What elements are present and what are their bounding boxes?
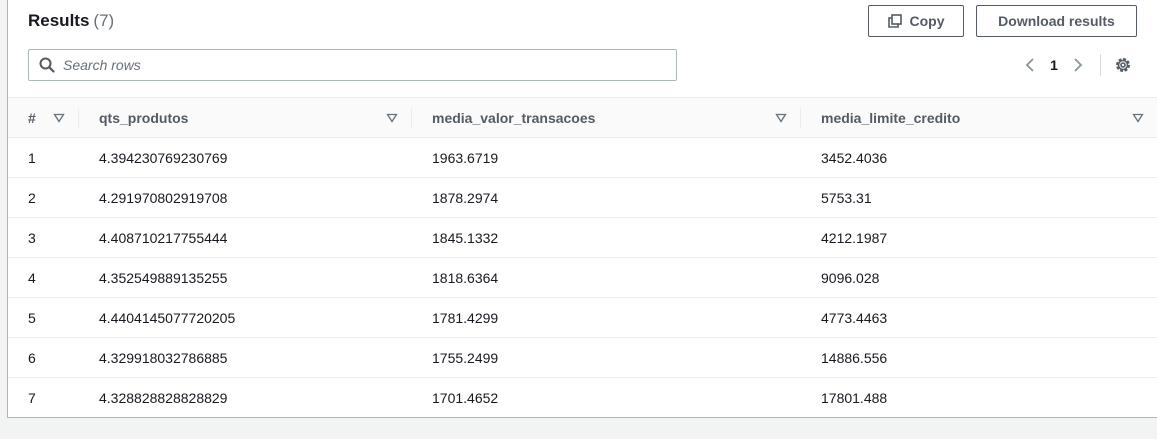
cell-qts-produtos: 4.329918032786885: [79, 337, 412, 378]
cell-media-limite-credito: 5753.31: [801, 177, 1157, 218]
table-header-row: # qts_produtos media_valor_transacoes me…: [8, 97, 1157, 138]
table-row: 2 4.291970802919708 1878.2974 5753.31: [8, 177, 1157, 218]
cell-qts-produtos: 4.328828828828829: [99, 389, 228, 406]
cell-media-limite-credito: 14886.556: [801, 337, 1157, 378]
cell-qts-produtos: 4.352549889135255: [79, 257, 412, 298]
column-header-label: media_valor_transacoes: [432, 109, 596, 126]
cell-index: 5: [8, 297, 79, 338]
results-title-text: Results: [28, 11, 90, 30]
cell-index: 1: [8, 137, 79, 178]
sort-caret-icon: [53, 113, 65, 123]
search-icon: [39, 57, 55, 73]
copy-button[interactable]: Copy: [868, 5, 964, 37]
page-number-current[interactable]: 1: [1042, 57, 1066, 73]
preferences-button[interactable]: [1111, 53, 1135, 77]
cell-media-valor-transacoes: 1701.4652: [432, 389, 499, 406]
sort-caret-icon: [386, 113, 398, 123]
cell-media-valor-transacoes: 1818.6364: [412, 257, 801, 298]
column-header-media-limite-credito[interactable]: media_limite_credito: [801, 97, 1157, 138]
table-row: 6 4.329918032786885 1755.2499 14886.556: [8, 337, 1157, 378]
results-header: Results (7) Copy Download results Search…: [8, 0, 1157, 97]
results-title: Results (7): [28, 11, 114, 31]
cell-index: 2: [8, 177, 79, 218]
pagination: 1: [1018, 52, 1135, 78]
cell-qts-produtos: 4.394230769230769: [79, 137, 412, 178]
download-results-label: Download results: [998, 13, 1115, 29]
cell-qts-produtos: 4.408710217755444: [79, 217, 412, 258]
cell-media-valor-transacoes: 1755.2499: [412, 337, 801, 378]
results-panel: Results (7) Copy Download results Search…: [7, 0, 1157, 418]
next-page-button[interactable]: [1066, 52, 1090, 78]
cell-qts-produtos: 4.291970802919708: [79, 177, 412, 218]
table-row: 4 4.352549889135255 1818.6364 9096.028: [8, 257, 1157, 298]
cell-media-valor-transacoes: 1781.4299: [412, 297, 801, 338]
table-row: 3 4.408710217755444 1845.1332 4212.1987: [8, 217, 1157, 258]
cell-media-limite-credito: 4773.4463: [801, 297, 1157, 338]
results-count: (7): [93, 11, 115, 30]
pager-divider: [1100, 54, 1101, 76]
search-rows-input[interactable]: [63, 51, 676, 79]
cell-media-valor-transacoes: 1878.2974: [412, 177, 801, 218]
results-table: # qts_produtos media_valor_transacoes me…: [8, 97, 1157, 418]
cell-media-limite-credito: 17801.488: [821, 389, 888, 406]
table-row: 7 4.328828828828829 1701.4652 17801.488: [8, 378, 1157, 418]
page-background-strip: [0, 418, 1157, 439]
column-header-label: qts_produtos: [99, 109, 189, 126]
cell-index: 3: [8, 217, 79, 258]
gear-icon: [1116, 58, 1130, 72]
cell-media-limite-credito: 3452.4036: [801, 137, 1157, 178]
download-results-button[interactable]: Download results: [976, 5, 1137, 37]
cell-media-limite-credito: 4212.1987: [801, 217, 1157, 258]
column-header-index[interactable]: #: [8, 97, 79, 138]
cell-index: 6: [8, 337, 79, 378]
chevron-left-icon: [1025, 58, 1034, 72]
sort-caret-icon: [775, 113, 787, 123]
sort-caret-icon: [1132, 113, 1144, 123]
previous-page-button[interactable]: [1018, 52, 1042, 78]
column-header-label: media_limite_credito: [821, 109, 961, 126]
cell-index: 4: [8, 257, 79, 298]
cell-index: 7: [28, 389, 36, 406]
column-header-label: #: [28, 109, 36, 126]
search-rows-field[interactable]: [28, 49, 677, 81]
cell-media-valor-transacoes: 1963.6719: [412, 137, 801, 178]
table-row: 5 4.4404145077720205 1781.4299 4773.4463: [8, 297, 1157, 338]
chevron-right-icon: [1074, 58, 1083, 72]
copy-icon: [887, 14, 902, 28]
column-header-media-valor-transacoes[interactable]: media_valor_transacoes: [412, 97, 801, 138]
cell-media-valor-transacoes: 1845.1332: [412, 217, 801, 258]
cell-qts-produtos: 4.4404145077720205: [79, 297, 412, 338]
copy-button-label: Copy: [909, 13, 945, 29]
column-header-qts-produtos[interactable]: qts_produtos: [79, 97, 412, 138]
cell-media-limite-credito: 9096.028: [801, 257, 1157, 298]
table-row: 1 4.394230769230769 1963.6719 3452.4036: [8, 137, 1157, 178]
